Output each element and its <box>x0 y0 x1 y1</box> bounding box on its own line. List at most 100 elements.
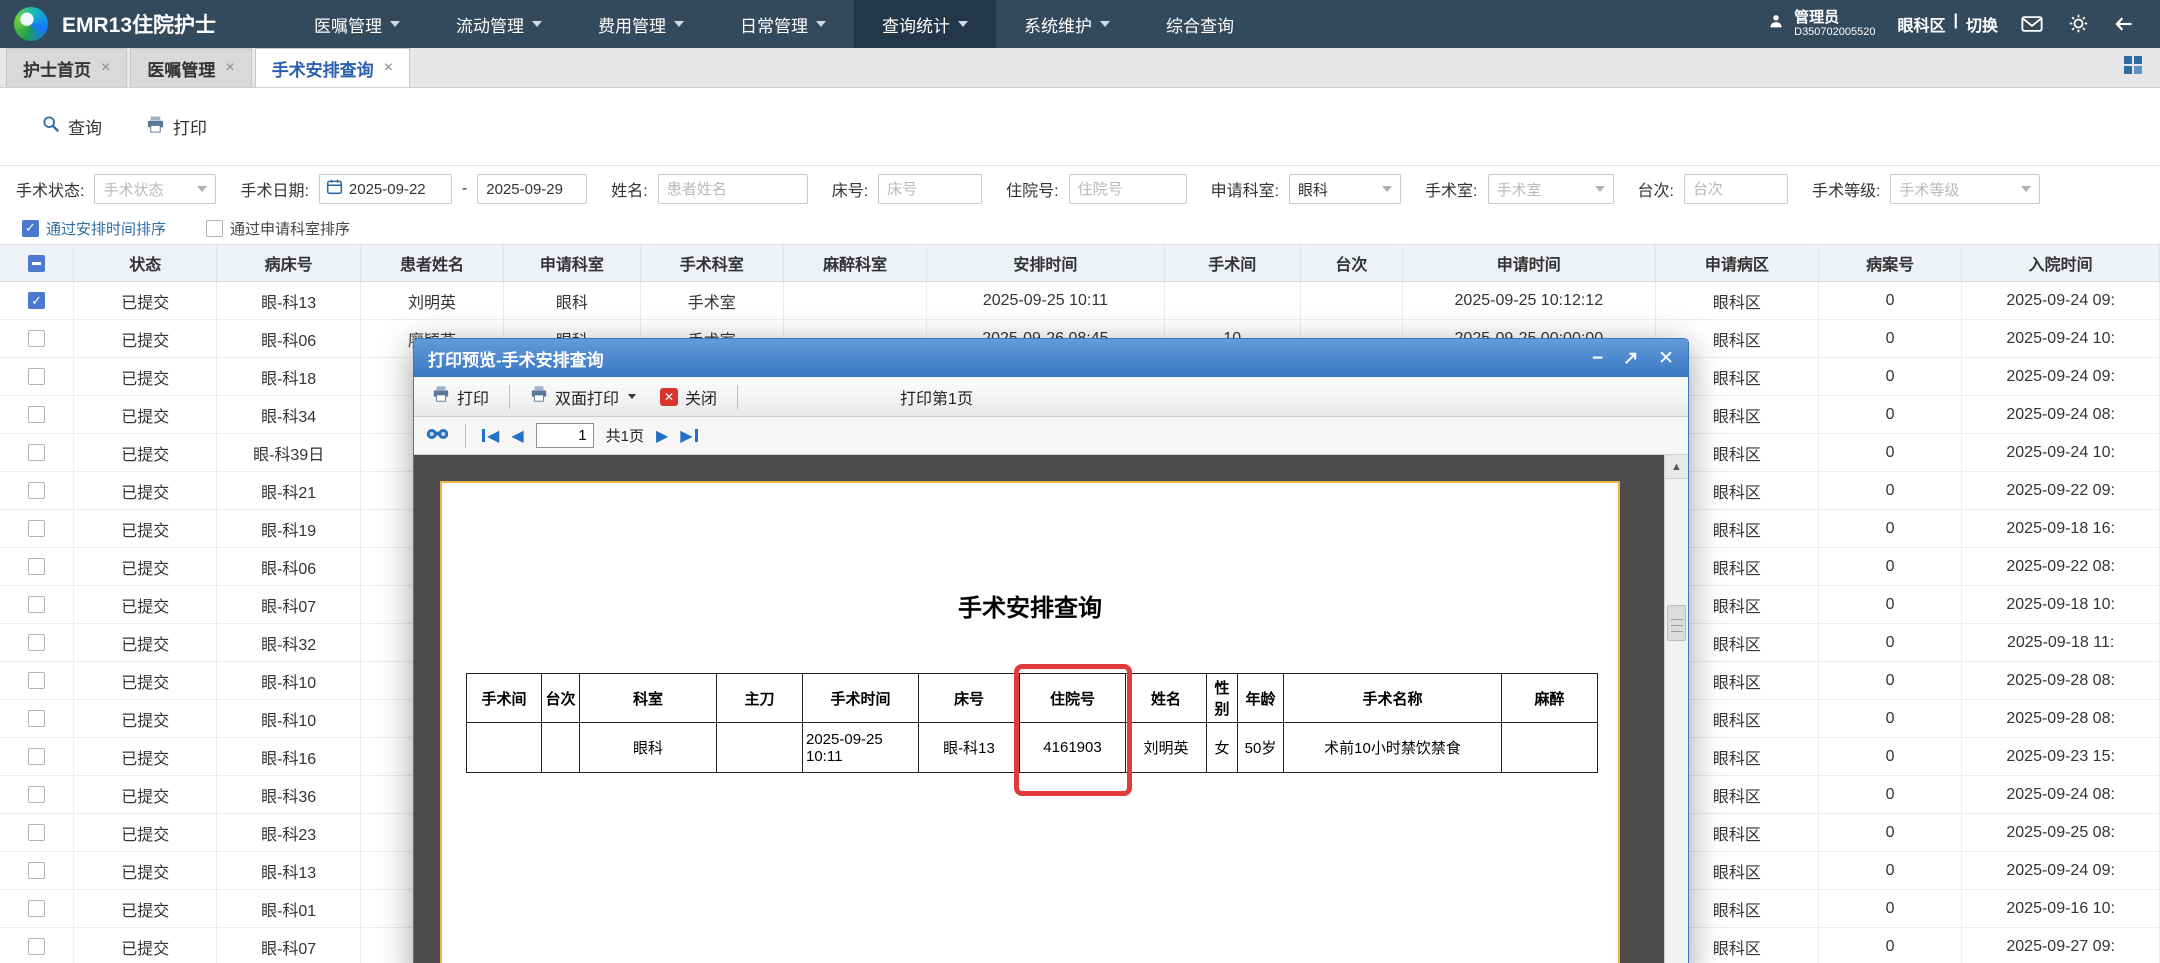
row-checkbox[interactable] <box>28 482 46 499</box>
nav-item[interactable]: 费用管理 <box>570 0 712 48</box>
row-checkbox[interactable] <box>28 368 46 385</box>
row-checkbox[interactable] <box>28 558 46 575</box>
surgery-status-value: 手术状态 <box>103 181 164 199</box>
surgery-status-select[interactable]: 手术状态 <box>94 174 217 204</box>
column-header[interactable]: 申请时间 <box>1403 245 1656 281</box>
column-header[interactable]: 麻醉科室 <box>784 245 928 281</box>
mail-icon[interactable] <box>2020 12 2044 36</box>
row-checkbox[interactable] <box>28 672 46 689</box>
table-cell: 0 <box>1819 814 1963 851</box>
select-all-checkbox[interactable] <box>28 254 46 272</box>
prev-page-button[interactable]: ◀ <box>511 426 523 446</box>
nav-item[interactable]: 流动管理 <box>428 0 570 48</box>
query-button[interactable]: 查询 <box>42 114 102 139</box>
row-checkbox[interactable] <box>28 786 46 803</box>
table-cell: 眼-科07 <box>217 928 361 963</box>
bed-no-input[interactable] <box>878 174 983 204</box>
first-page-button[interactable]: ◀ <box>482 426 499 446</box>
column-header[interactable]: 台次 <box>1301 245 1403 281</box>
duplex-print-button[interactable]: 双面打印 <box>522 382 644 412</box>
nav-item[interactable]: 医嘱管理 <box>286 0 428 48</box>
nav-item[interactable]: 日常管理 <box>712 0 854 48</box>
popout-icon[interactable] <box>1623 351 1638 366</box>
row-checkbox[interactable] <box>28 520 46 537</box>
print-button[interactable]: 打印 <box>146 114 207 139</box>
column-header[interactable]: 申请科室 <box>504 245 641 281</box>
nav-item[interactable]: 系统维护 <box>996 0 1138 48</box>
row-checkbox[interactable] <box>28 938 46 955</box>
column-header[interactable]: 病床号 <box>217 245 361 281</box>
nav-item[interactable]: 查询统计 <box>854 0 997 48</box>
close-icon[interactable]: ✕ <box>1658 349 1674 368</box>
row-checkbox-cell <box>0 510 75 547</box>
table-cell: 眼-科06 <box>217 320 361 357</box>
page-number-input[interactable] <box>535 423 594 448</box>
row-checkbox-cell: ✓ <box>0 282 75 319</box>
filter-bar: 手术状态: 手术状态 手术日期: - 姓名: 床号: 住院号: 申请科室: 眼科… <box>0 166 2160 212</box>
row-checkbox[interactable] <box>28 900 46 917</box>
column-header[interactable]: 申请病区 <box>1656 245 1819 281</box>
row-checkbox[interactable] <box>28 748 46 765</box>
date-from-input[interactable] <box>348 180 445 198</box>
row-checkbox[interactable]: ✓ <box>28 292 46 309</box>
exit-icon[interactable] <box>2112 12 2136 36</box>
row-checkbox[interactable] <box>28 634 46 651</box>
tab[interactable]: 手术安排查询 × <box>254 48 411 87</box>
table-cell: 眼-科32 <box>217 624 361 661</box>
preview-scrollbar[interactable]: ▲ <box>1664 455 1688 963</box>
table-cell: 眼-科23 <box>217 814 361 851</box>
table-row[interactable]: ✓ 已提交 眼-科13 刘明英 眼科 手术室 2025-09-25 10:11 2025-09… <box>0 282 2160 320</box>
sort-by-request-dept[interactable]: 通过申请科室排序 <box>206 218 350 239</box>
column-header[interactable]: 手术间 <box>1165 245 1301 281</box>
find-icon[interactable] <box>426 426 449 446</box>
checkbox-checked[interactable]: ✓ <box>22 219 39 237</box>
sequence-label: 台次: <box>1637 183 1674 200</box>
row-checkbox[interactable] <box>28 406 46 423</box>
row-checkbox[interactable] <box>28 824 46 841</box>
nav-item[interactable]: 综合查询 <box>1138 0 1262 48</box>
patient-name-input[interactable] <box>657 174 808 204</box>
tab-close-icon[interactable]: × <box>225 59 234 77</box>
row-checkbox[interactable] <box>28 596 46 613</box>
grid-layout-icon[interactable] <box>2124 56 2142 79</box>
request-dept-select[interactable]: 眼科 <box>1289 174 1402 204</box>
column-header[interactable]: 状态 <box>74 245 218 281</box>
column-header[interactable]: 病案号 <box>1819 245 1963 281</box>
last-page-button[interactable]: ▶ <box>680 426 698 446</box>
dialog-close-button[interactable]: ✕ 关闭 <box>652 382 725 412</box>
sequence-input[interactable] <box>1683 174 1788 204</box>
scroll-up-icon[interactable]: ▲ <box>1665 455 1688 479</box>
minimize-icon[interactable]: − <box>1592 349 1603 368</box>
row-checkbox[interactable] <box>28 710 46 727</box>
column-header[interactable]: 安排时间 <box>927 245 1165 281</box>
column-header[interactable]: 患者姓名 <box>361 245 505 281</box>
row-checkbox[interactable] <box>28 444 46 461</box>
column-header[interactable]: 入院时间 <box>1962 245 2160 281</box>
dialog-print-button[interactable]: 打印 <box>424 382 497 412</box>
tab[interactable]: 护士首页 × <box>6 48 128 87</box>
admission-no-input[interactable] <box>1068 174 1187 204</box>
row-checkbox-cell <box>0 396 75 433</box>
user-block[interactable]: 管理员 D350702005520 <box>1764 9 1875 39</box>
tab-close-icon[interactable]: × <box>384 59 393 77</box>
preview-cell: 50岁 <box>1237 722 1284 773</box>
switch-ward-button[interactable]: 切换 <box>1966 12 1998 36</box>
tab-close-icon[interactable]: × <box>101 59 110 77</box>
tab-label: 手术安排查询 <box>271 60 374 80</box>
table-cell: 2025-09-23 15: <box>1962 738 2160 775</box>
checkbox-unchecked[interactable] <box>206 219 224 237</box>
row-checkbox[interactable] <box>28 862 46 879</box>
operating-room-select[interactable]: 手术室 <box>1487 174 1614 204</box>
next-page-button[interactable]: ▶ <box>656 426 668 446</box>
scrollbar-thumb[interactable] <box>1667 605 1686 641</box>
date-to-input[interactable] <box>477 174 588 204</box>
surgery-grade-select[interactable]: 手术等级 <box>1890 174 2041 204</box>
row-checkbox[interactable] <box>28 330 46 347</box>
gear-icon[interactable] <box>2066 12 2090 36</box>
dialog-titlebar[interactable]: 打印预览-手术安排查询 − ✕ <box>414 339 1688 377</box>
date-range-separator: - <box>461 180 468 197</box>
tab[interactable]: 医嘱管理 × <box>130 48 252 87</box>
column-header[interactable]: 手术科室 <box>641 245 784 281</box>
date-from-field[interactable] <box>318 174 452 204</box>
sort-by-schedule-time[interactable]: ✓ 通过安排时间排序 <box>22 218 166 239</box>
